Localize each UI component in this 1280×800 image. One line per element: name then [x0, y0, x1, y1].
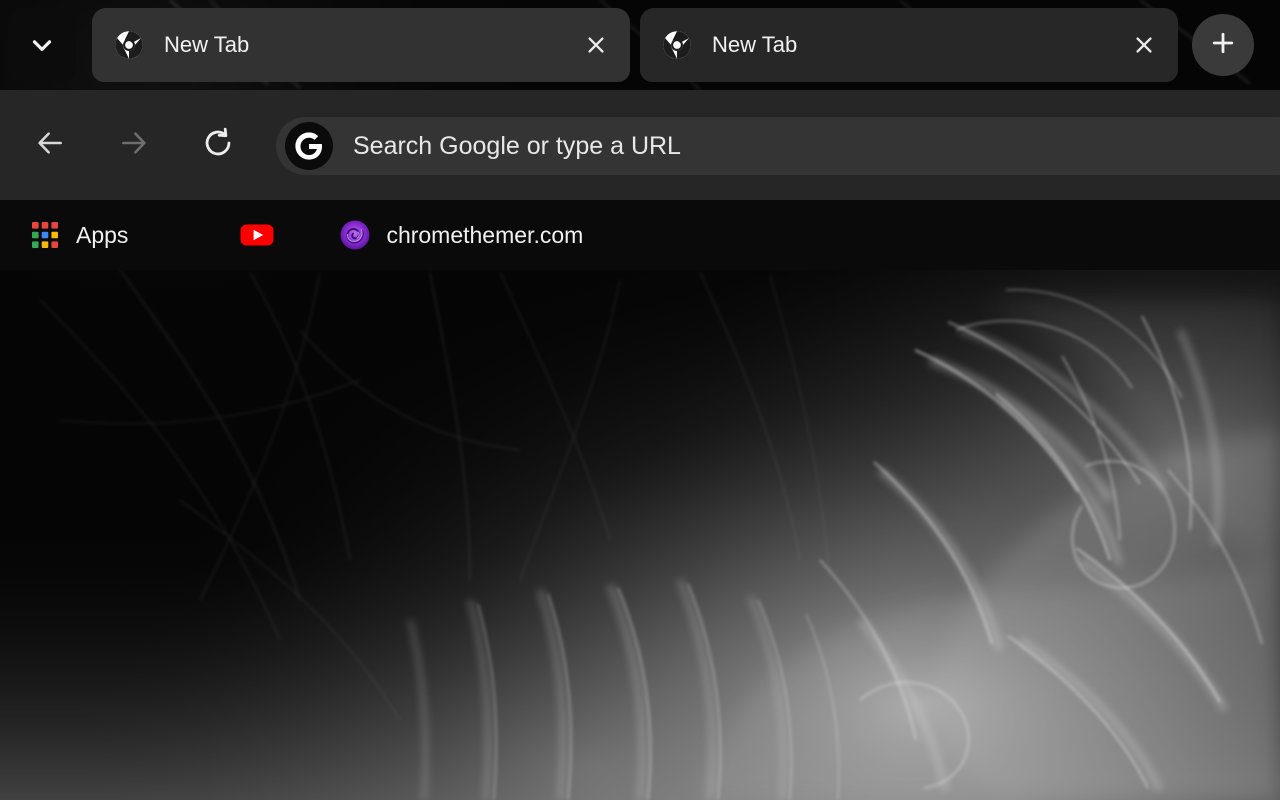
plus-icon — [1209, 29, 1237, 62]
bookmark-label: Apps — [76, 221, 129, 248]
arrow-left-icon — [34, 127, 66, 164]
browser-window: New Tab New Tab Search Google or type a … — [0, 0, 1280, 800]
address-input[interactable] — [353, 131, 1280, 161]
back-button[interactable] — [22, 117, 78, 173]
forward-button[interactable] — [106, 117, 162, 173]
address-bar[interactable] — [276, 117, 1280, 175]
tab-new-tab-2[interactable]: New Tab — [640, 8, 1178, 82]
bookmarks-bar: Apps chromethemer.com — [0, 200, 1280, 270]
youtube-icon — [240, 218, 274, 252]
close-icon — [585, 34, 607, 56]
new-tab-page-content — [0, 270, 1280, 800]
bookmark-chromethemer[interactable]: chromethemer.com — [332, 213, 589, 257]
bookmark-apps[interactable]: Apps — [22, 213, 134, 257]
google-g-icon — [285, 122, 333, 170]
bookmark-youtube[interactable] — [234, 213, 280, 257]
apps-grid-icon — [28, 218, 62, 252]
reload-button[interactable] — [190, 117, 246, 173]
tab-title: New Tab — [712, 34, 798, 56]
chromethemer-swirl-icon — [338, 218, 372, 252]
browser-toolbar — [0, 90, 1280, 200]
tab-close-button[interactable] — [1120, 21, 1168, 69]
arrow-right-icon — [118, 127, 150, 164]
chevron-down-icon — [27, 30, 57, 60]
tab-title: New Tab — [164, 34, 250, 56]
new-tab-button[interactable] — [1192, 14, 1254, 76]
close-icon — [1133, 34, 1155, 56]
tab-new-tab-1[interactable]: New Tab — [92, 8, 630, 82]
tab-close-button[interactable] — [572, 21, 620, 69]
reload-icon — [202, 127, 234, 164]
chrome-logo-icon — [114, 30, 144, 60]
bookmark-label: chromethemer.com — [386, 221, 584, 248]
chrome-logo-icon — [662, 30, 692, 60]
tab-strip: New Tab New Tab — [0, 0, 1280, 90]
tab-search-button[interactable] — [8, 8, 76, 82]
